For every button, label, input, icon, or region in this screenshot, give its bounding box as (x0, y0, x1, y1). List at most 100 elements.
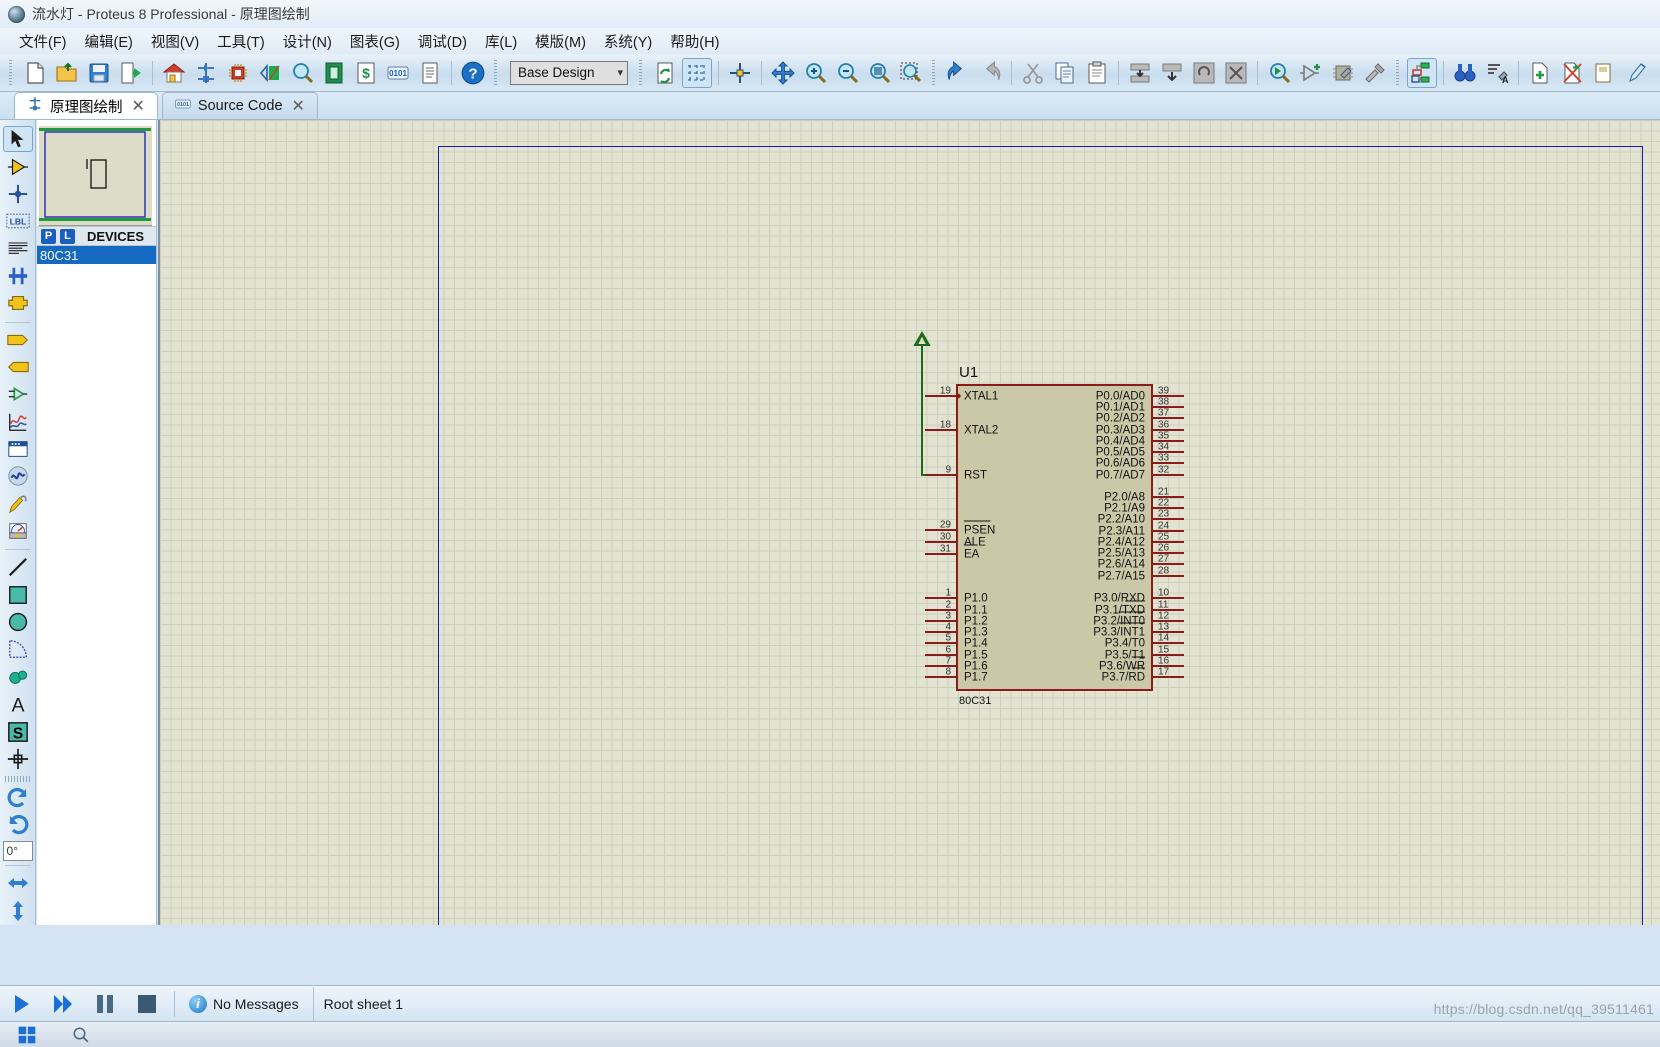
design-selector[interactable]: Base Design ▾ (510, 60, 628, 85)
save-project-icon[interactable] (84, 58, 114, 88)
paste-icon[interactable] (1082, 58, 1112, 88)
menu-graph[interactable]: 图表(G) (341, 29, 409, 54)
simulation-stop-icon[interactable] (126, 987, 168, 1021)
line-tool-icon[interactable] (3, 554, 33, 580)
wire-label-mode-icon[interactable]: LBL (3, 208, 33, 234)
menu-system[interactable]: 系统(Y) (595, 29, 661, 54)
3d-view-icon[interactable] (255, 58, 285, 88)
simulation-step-icon[interactable] (42, 987, 84, 1021)
remove-sheet-icon[interactable] (1557, 58, 1587, 88)
design-explorer-icon[interactable] (319, 58, 349, 88)
toolbar-grip[interactable] (8, 59, 15, 86)
menu-library[interactable]: 库(L) (476, 29, 526, 54)
symbol-tool-icon[interactable]: S (3, 718, 33, 744)
tab-source-code[interactable]: 0101 Source Code ✕ (161, 92, 318, 119)
block-rotate-icon[interactable] (1189, 58, 1219, 88)
redo-icon[interactable] (975, 58, 1005, 88)
toolbar-grip[interactable] (1395, 59, 1402, 86)
mirror-horizontal-icon[interactable] (3, 870, 33, 896)
virtual-instruments-mode-icon[interactable] (3, 518, 33, 544)
home-icon[interactable] (159, 58, 189, 88)
open-project-icon[interactable] (52, 58, 82, 88)
terminals-mode-icon[interactable] (3, 326, 33, 352)
simulation-play-icon[interactable] (0, 987, 42, 1021)
zoom-in-icon[interactable] (800, 58, 830, 88)
devices-library-button[interactable]: L (60, 228, 75, 244)
pick-device-icon[interactable] (1264, 58, 1294, 88)
rotation-angle-field[interactable]: 0° (2, 841, 33, 862)
design-notes-icon[interactable] (1621, 58, 1651, 88)
text-tool-icon[interactable]: A (3, 691, 33, 717)
rail-grip[interactable] (4, 776, 31, 782)
schematic-capture-icon[interactable] (191, 58, 221, 88)
menu-design[interactable]: 设计(N) (274, 29, 341, 54)
copy-icon[interactable] (1050, 58, 1080, 88)
toolbar-grip[interactable] (493, 59, 500, 86)
text-script-mode-icon[interactable] (3, 235, 33, 261)
graph-mode-icon[interactable] (3, 409, 33, 435)
path-tool-icon[interactable] (3, 664, 33, 690)
zoom-sheet-icon[interactable] (1589, 58, 1619, 88)
mirror-vertical-icon[interactable] (3, 898, 33, 924)
block-move-icon[interactable] (1157, 58, 1187, 88)
pcb-layout-icon[interactable] (223, 58, 253, 88)
tab-close-icon[interactable]: ✕ (130, 96, 147, 116)
toolbar-grip[interactable] (931, 59, 938, 86)
selection-mode-icon[interactable] (2, 126, 33, 153)
device-pins-mode-icon[interactable] (3, 354, 33, 380)
make-device-icon[interactable] (1296, 58, 1326, 88)
refresh-icon[interactable] (650, 58, 680, 88)
search-design-icon[interactable] (1450, 58, 1480, 88)
new-document-icon[interactable] (20, 58, 50, 88)
property-assignment-icon[interactable]: A (1482, 58, 1512, 88)
buses-mode-icon[interactable] (3, 263, 33, 289)
simulation-pause-icon[interactable] (84, 987, 126, 1021)
circle-tool-icon[interactable] (3, 609, 33, 635)
menu-tools[interactable]: 工具(T) (208, 29, 274, 54)
menu-template[interactable]: 模版(M) (526, 29, 595, 54)
origin-icon[interactable] (725, 58, 755, 88)
exit-import-icon[interactable] (116, 58, 146, 88)
toolbar-grip[interactable] (638, 59, 645, 86)
component-mode-icon[interactable] (3, 153, 33, 179)
block-delete-icon[interactable] (1221, 58, 1251, 88)
menu-debug[interactable]: 调试(D) (409, 29, 476, 54)
toggle-grid-icon[interactable] (682, 57, 712, 88)
menu-edit[interactable]: 编辑(E) (76, 29, 142, 54)
device-list-item-80c31[interactable]: 80C31 (37, 246, 156, 264)
voltage-probe-mode-icon[interactable] (3, 491, 33, 517)
arc-tool-icon[interactable] (3, 636, 33, 662)
marker-tool-icon[interactable] (3, 746, 33, 772)
tape-recorder-mode-icon[interactable] (3, 436, 33, 462)
taskbar-search-icon[interactable] (54, 1022, 108, 1047)
bill-of-materials-icon[interactable] (287, 58, 317, 88)
generator-mode-icon[interactable] (3, 463, 33, 489)
decompose-icon[interactable] (1360, 58, 1390, 88)
tab-schematic-capture[interactable]: 原理图绘制 ✕ (14, 92, 158, 119)
source-code-icon[interactable]: 0101 (383, 58, 413, 88)
menu-help[interactable]: 帮助(H) (661, 29, 728, 54)
rotate-anticlockwise-icon[interactable] (3, 812, 33, 838)
devices-pick-button[interactable]: P (41, 228, 56, 244)
rotate-clockwise-icon[interactable] (3, 785, 33, 811)
block-copy-icon[interactable] (1125, 58, 1155, 88)
tab-close-icon[interactable]: ✕ (290, 96, 307, 116)
undo-icon[interactable] (943, 58, 973, 88)
zoom-out-icon[interactable] (832, 58, 862, 88)
message-status[interactable]: i No Messages (181, 986, 314, 1021)
new-sheet-icon[interactable] (1525, 58, 1555, 88)
cut-icon[interactable] (1018, 58, 1048, 88)
reset-wire[interactable] (913, 331, 931, 476)
box-tool-icon[interactable] (3, 582, 33, 608)
zoom-area-icon[interactable] (896, 58, 926, 88)
report-icon[interactable] (415, 58, 445, 88)
netlist-icon[interactable] (1407, 57, 1437, 88)
menu-view[interactable]: 视图(V) (142, 29, 208, 54)
help-icon[interactable]: ? (458, 58, 488, 88)
junction-dot-mode-icon[interactable] (3, 181, 33, 207)
pins-mode-icon[interactable] (3, 381, 33, 407)
zoom-all-icon[interactable] (864, 58, 894, 88)
packaging-tool-icon[interactable] (1328, 58, 1358, 88)
menu-file[interactable]: 文件(F) (10, 29, 76, 54)
pan-icon[interactable] (768, 58, 798, 88)
